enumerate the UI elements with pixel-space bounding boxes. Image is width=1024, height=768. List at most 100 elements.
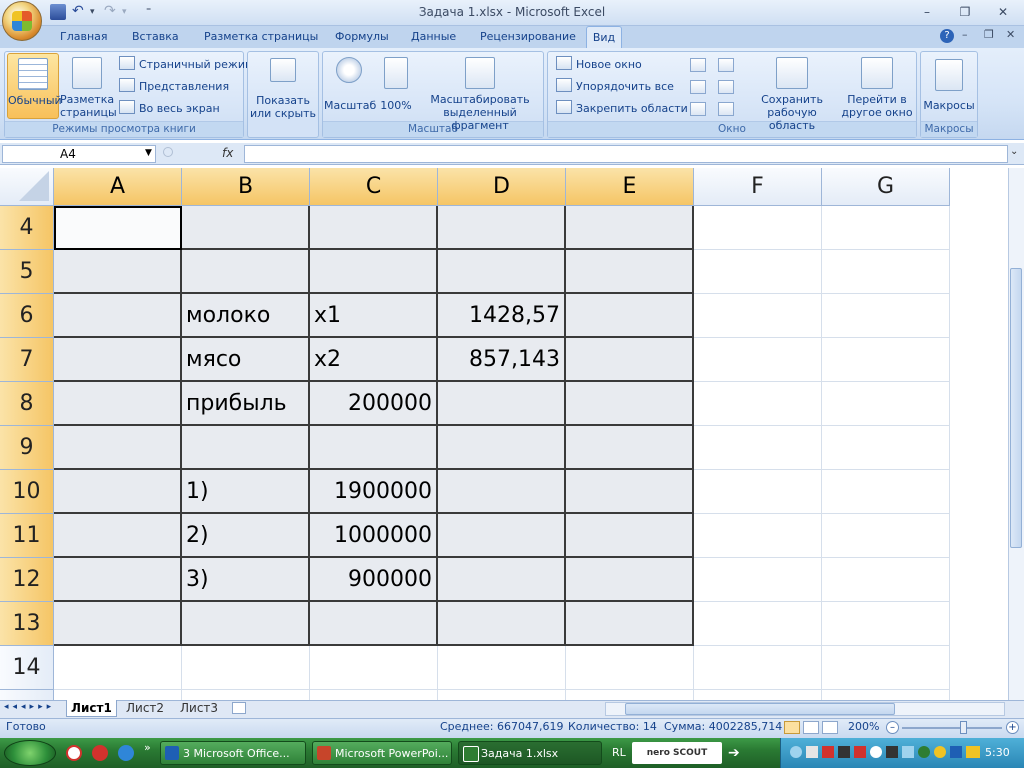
- cell-b11[interactable]: 2): [182, 514, 310, 558]
- cell-c10[interactable]: 1900000: [310, 470, 438, 514]
- name-box-dropdown-icon[interactable]: ▼: [145, 148, 152, 158]
- cell-e11[interactable]: [566, 514, 694, 558]
- cell-a9[interactable]: [54, 426, 182, 470]
- insert-sheet-icon[interactable]: [232, 702, 246, 714]
- column-header-b[interactable]: B: [182, 168, 310, 206]
- taskbar-excel[interactable]: Задача 1.xlsx: [458, 741, 602, 765]
- cell-b9[interactable]: [182, 426, 310, 470]
- cell-c4[interactable]: [310, 206, 438, 250]
- row-header-13[interactable]: 13: [0, 602, 54, 646]
- page-break-status-icon[interactable]: [822, 721, 838, 734]
- cell-a12[interactable]: [54, 558, 182, 602]
- zoom-button[interactable]: Масштаб: [324, 53, 376, 119]
- row-header-12[interactable]: 12: [0, 558, 54, 602]
- ribbon-restore-icon[interactable]: ❐: [984, 28, 994, 41]
- tray-icon-12[interactable]: [966, 746, 980, 758]
- cell-d9[interactable]: [438, 426, 566, 470]
- active-cell-a4[interactable]: [54, 206, 182, 250]
- new-window-button[interactable]: Новое окно: [556, 56, 642, 74]
- zoom-slider-thumb[interactable]: [960, 721, 967, 734]
- cell-e13[interactable]: [566, 602, 694, 646]
- view-side-by-side-icon[interactable]: [718, 58, 734, 72]
- tab-data[interactable]: Данные: [409, 26, 458, 48]
- cell-b5[interactable]: [182, 250, 310, 294]
- cell-b4[interactable]: [182, 206, 310, 250]
- start-button[interactable]: [4, 740, 56, 766]
- worksheet-grid[interactable]: ABCDEFG 456789101112131415 молокоx11428,57…: [0, 168, 1008, 700]
- cell-a11[interactable]: [54, 514, 182, 558]
- cell-d11[interactable]: [438, 514, 566, 558]
- cell-b13[interactable]: [182, 602, 310, 646]
- tab-view[interactable]: Вид: [586, 26, 622, 48]
- row-header-14[interactable]: 14: [0, 646, 54, 690]
- cell-e7[interactable]: [566, 338, 694, 382]
- internet-explorer-icon[interactable]: [118, 745, 134, 761]
- taskbar-office-group[interactable]: 3 Microsoft Office...: [160, 741, 306, 765]
- quicklaunch-app-icon[interactable]: [92, 745, 108, 761]
- vertical-scroll-thumb[interactable]: [1010, 268, 1022, 548]
- cell-e12[interactable]: [566, 558, 694, 602]
- info-icon[interactable]: [934, 746, 946, 758]
- maximize-button[interactable]: ❐: [954, 3, 976, 21]
- cell-d6[interactable]: 1428,57: [438, 294, 566, 338]
- custom-views-button[interactable]: Представления: [119, 78, 229, 96]
- tray-icon-3[interactable]: [822, 746, 834, 758]
- zoom-out-icon[interactable]: –: [886, 721, 899, 734]
- cell-b6[interactable]: молоко: [182, 294, 310, 338]
- column-header-f[interactable]: F: [694, 168, 822, 206]
- tab-page-layout[interactable]: Разметка страницы: [202, 26, 320, 48]
- cell-c11[interactable]: 1000000: [310, 514, 438, 558]
- quicklaunch-more-icon[interactable]: »: [144, 741, 151, 754]
- column-header-e[interactable]: E: [566, 168, 694, 206]
- tray-icon-9[interactable]: [918, 746, 930, 758]
- cell-e6[interactable]: [566, 294, 694, 338]
- cell-d7[interactable]: 857,143: [438, 338, 566, 382]
- column-header-c[interactable]: C: [310, 168, 438, 206]
- cell-e8[interactable]: [566, 382, 694, 426]
- freeze-panes-button[interactable]: Закрепить области ▾: [556, 100, 695, 118]
- tray-icon-11[interactable]: [950, 746, 962, 758]
- cell-a6[interactable]: [54, 294, 182, 338]
- arrow-icon[interactable]: ➔: [728, 745, 742, 761]
- cell-c12[interactable]: 900000: [310, 558, 438, 602]
- cell-c8[interactable]: 200000: [310, 382, 438, 426]
- ribbon-close-icon[interactable]: ✕: [1006, 28, 1015, 41]
- speaker-icon[interactable]: [838, 746, 850, 758]
- reset-window-position-icon[interactable]: [718, 102, 734, 116]
- cell-d4[interactable]: [438, 206, 566, 250]
- expand-formula-bar-icon[interactable]: ⌄: [1010, 146, 1018, 157]
- save-workspace-button[interactable]: Сохранить рабочую область: [746, 53, 838, 132]
- cell-b7[interactable]: мясо: [182, 338, 310, 382]
- cell-e9[interactable]: [566, 426, 694, 470]
- row-header-15[interactable]: 15: [0, 690, 54, 700]
- normal-view-button[interactable]: Обычный: [7, 53, 62, 119]
- cell-a8[interactable]: [54, 382, 182, 426]
- cell-c7[interactable]: x2: [310, 338, 438, 382]
- cell-a7[interactable]: [54, 338, 182, 382]
- zoom-slider-track[interactable]: [902, 727, 1002, 729]
- zoom-level[interactable]: 200%: [848, 720, 879, 733]
- cell-b10[interactable]: 1): [182, 470, 310, 514]
- horizontal-scroll-thumb[interactable]: [625, 703, 895, 715]
- column-header-g[interactable]: G: [822, 168, 950, 206]
- cell-c6[interactable]: x1: [310, 294, 438, 338]
- cell-a10[interactable]: [54, 470, 182, 514]
- normal-view-status-icon[interactable]: [784, 721, 800, 734]
- row-header-10[interactable]: 10: [0, 470, 54, 514]
- switch-windows-button[interactable]: Перейти в другое окно: [840, 53, 914, 119]
- sheet-tab-2[interactable]: Лист2: [122, 700, 168, 717]
- page-layout-status-icon[interactable]: [803, 721, 819, 734]
- cell-d10[interactable]: [438, 470, 566, 514]
- insert-function-button[interactable]: fx: [222, 146, 233, 160]
- nero-scout-logo[interactable]: nero SCOUT: [632, 742, 722, 764]
- row-header-8[interactable]: 8: [0, 382, 54, 426]
- sheet-nav-icon[interactable]: ◂◂◂▸▸▸: [4, 702, 55, 712]
- tray-icon-7[interactable]: [886, 746, 898, 758]
- cell-c13[interactable]: [310, 602, 438, 646]
- zoom-to-selection-button[interactable]: Масштабировать выделенный фрагмент: [420, 53, 540, 132]
- row-header-6[interactable]: 6: [0, 294, 54, 338]
- tray-icon-2[interactable]: [806, 746, 818, 758]
- row-header-11[interactable]: 11: [0, 514, 54, 558]
- zoom-100-button[interactable]: 100%: [377, 53, 415, 119]
- tray-icon-6[interactable]: [870, 746, 882, 758]
